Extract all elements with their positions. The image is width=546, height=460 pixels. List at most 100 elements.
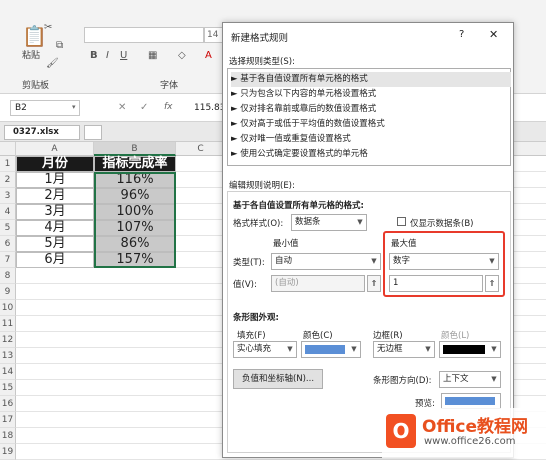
chevron-down-icon: ▼ <box>491 375 497 383</box>
bold-icon[interactable]: B <box>90 50 98 61</box>
bar-direction-value: 上下文 <box>443 374 469 384</box>
row-header[interactable]: 17 <box>0 412 16 428</box>
rule-type-item[interactable]: ► 仅对排名靠前或靠后的数值设置格式 <box>231 102 511 117</box>
watermark: O Office教程网 www.office26.com <box>382 408 546 458</box>
new-format-rule-dialog: 新建格式规则 ? ✕ 选择规则类型(S): ► 基于各自值设置所有单元格的格式 … <box>222 22 514 458</box>
fill-color-label: 颜色(C) <box>303 331 333 341</box>
borders-icon[interactable]: ▦ <box>148 50 157 61</box>
enter-icon[interactable]: ✓ <box>140 102 148 113</box>
row-header[interactable]: 10 <box>0 300 16 316</box>
preview-box <box>441 393 501 409</box>
row-header[interactable]: 13 <box>0 348 16 364</box>
font-color-icon[interactable]: A <box>205 50 212 61</box>
table-header-cell[interactable]: 月份 <box>16 156 94 172</box>
border-value: 无边框 <box>377 344 403 354</box>
row-header[interactable]: 16 <box>0 396 16 412</box>
table-cell[interactable]: 2月 <box>16 188 94 204</box>
fill-label: 填充(F) <box>237 331 266 341</box>
rule-type-item[interactable]: ► 基于各自值设置所有单元格的格式 <box>231 72 511 87</box>
chevron-down-icon: ▼ <box>287 345 293 353</box>
new-tab-button[interactable] <box>84 125 102 140</box>
clipboard-group-label: 剪贴板 <box>22 81 50 91</box>
row-header[interactable]: 11 <box>0 316 16 332</box>
paste-label[interactable]: 粘贴 <box>22 48 40 61</box>
italic-icon[interactable]: I <box>106 50 109 61</box>
type-label: 类型(T): <box>233 258 265 268</box>
fill-color-swatch <box>305 345 345 354</box>
table-cell[interactable]: 4月 <box>16 220 94 236</box>
rule-type-item[interactable]: ► 仅对高于或低于平均值的数值设置格式 <box>231 117 511 132</box>
select-all-corner[interactable] <box>0 142 16 156</box>
column-header[interactable]: B <box>94 142 176 156</box>
watermark-brand: Office教程网 <box>422 417 529 437</box>
row-header[interactable]: 5 <box>0 220 16 236</box>
table-cell[interactable]: 5月 <box>16 236 94 252</box>
name-box[interactable]: B2 <box>10 100 80 116</box>
row-header[interactable]: 1 <box>0 156 16 172</box>
column-header[interactable]: A <box>16 142 94 156</box>
chevron-down-icon: ▼ <box>371 257 377 265</box>
chevron-down-icon: ▼ <box>357 218 363 226</box>
workbook-tab[interactable]: 0327.xlsx <box>4 125 80 140</box>
format-painter-icon[interactable]: 🖌 <box>46 58 59 69</box>
rule-type-item[interactable]: ► 只为包含以下内容的单元格设置格式 <box>231 87 511 102</box>
underline-icon[interactable]: U <box>120 50 127 61</box>
edit-description-label: 编辑规则说明(E): <box>229 181 295 191</box>
font-group-label: 字体 <box>160 81 179 91</box>
fill-color-picker[interactable]: ▼ <box>301 341 361 358</box>
watermark-url: www.office26.com <box>424 436 516 447</box>
rule-type-list[interactable]: ► 基于各自值设置所有单元格的格式 ► 只为包含以下内容的单元格设置格式 ► 仅… <box>227 68 511 166</box>
border-color-picker[interactable]: ▼ <box>439 341 501 358</box>
bar-appearance-label: 条形图外观: <box>233 313 279 323</box>
row-header[interactable]: 12 <box>0 332 16 348</box>
border-select[interactable]: 无边框 ▼ <box>373 341 435 358</box>
format-style-label: 格式样式(O): <box>233 219 284 229</box>
highlight-frame <box>383 231 505 297</box>
close-button[interactable]: ✕ <box>489 28 498 41</box>
copy-icon[interactable]: ⧉ <box>56 40 63 51</box>
row-header[interactable]: 3 <box>0 188 16 204</box>
chevron-down-icon: ▼ <box>425 345 431 353</box>
based-on-label: 基于各自值设置所有单元格的格式: <box>233 201 364 211</box>
font-name-box[interactable] <box>84 27 204 43</box>
selection-outline <box>94 172 176 268</box>
table-cell[interactable]: 3月 <box>16 204 94 220</box>
show-bar-only-checkbox[interactable] <box>397 217 406 226</box>
table-cell[interactable]: 6月 <box>16 252 94 268</box>
formula-value[interactable]: 115.83 <box>194 103 226 113</box>
bar-direction-select[interactable]: 上下文 ▼ <box>439 371 501 388</box>
chevron-down-icon: ▼ <box>491 345 497 353</box>
table-cell[interactable]: 1月 <box>16 172 94 188</box>
row-header[interactable]: 8 <box>0 268 16 284</box>
help-button[interactable]: ? <box>459 29 464 40</box>
min-value-picker-icon[interactable]: ⇑ <box>367 275 381 292</box>
cut-icon[interactable]: ✂ <box>44 22 52 33</box>
negative-axis-button[interactable]: 负值和坐标轴(N)... <box>233 369 323 389</box>
row-header[interactable]: 9 <box>0 284 16 300</box>
min-value-input[interactable]: (自动) <box>271 275 365 292</box>
table-header-cell[interactable]: 指标完成率 <box>94 156 176 172</box>
fill-select[interactable]: 实心填充 ▼ <box>233 341 297 358</box>
fill-color-icon[interactable]: ◇ <box>178 50 186 61</box>
cancel-icon[interactable]: ✕ <box>118 102 126 113</box>
row-header[interactable]: 7 <box>0 252 16 268</box>
row-header[interactable]: 18 <box>0 428 16 444</box>
row-header[interactable]: 15 <box>0 380 16 396</box>
min-type-select[interactable]: 自动 ▼ <box>271 253 381 270</box>
rule-type-item[interactable]: ► 使用公式确定要设置格式的单元格 <box>231 147 511 162</box>
row-header[interactable]: 6 <box>0 236 16 252</box>
rule-type-item[interactable]: ► 仅对唯一值或重复值设置格式 <box>231 132 511 147</box>
border-label: 边框(R) <box>373 331 403 341</box>
function-icon[interactable]: fx <box>164 102 173 112</box>
column-header[interactable]: C <box>176 142 226 156</box>
bar-direction-label: 条形图方向(D): <box>373 376 432 386</box>
office-logo-icon: O <box>386 414 416 448</box>
row-header[interactable]: 4 <box>0 204 16 220</box>
row-header[interactable]: 14 <box>0 364 16 380</box>
name-box-dropdown-icon[interactable]: ▾ <box>72 103 76 111</box>
row-header[interactable]: 2 <box>0 172 16 188</box>
min-label: 最小值 <box>273 239 299 249</box>
format-style-select[interactable]: 数据条 ▼ <box>291 214 367 231</box>
show-bar-only-label[interactable]: 仅显示数据条(B) <box>410 217 473 229</box>
fill-value: 实心填充 <box>237 344 272 354</box>
